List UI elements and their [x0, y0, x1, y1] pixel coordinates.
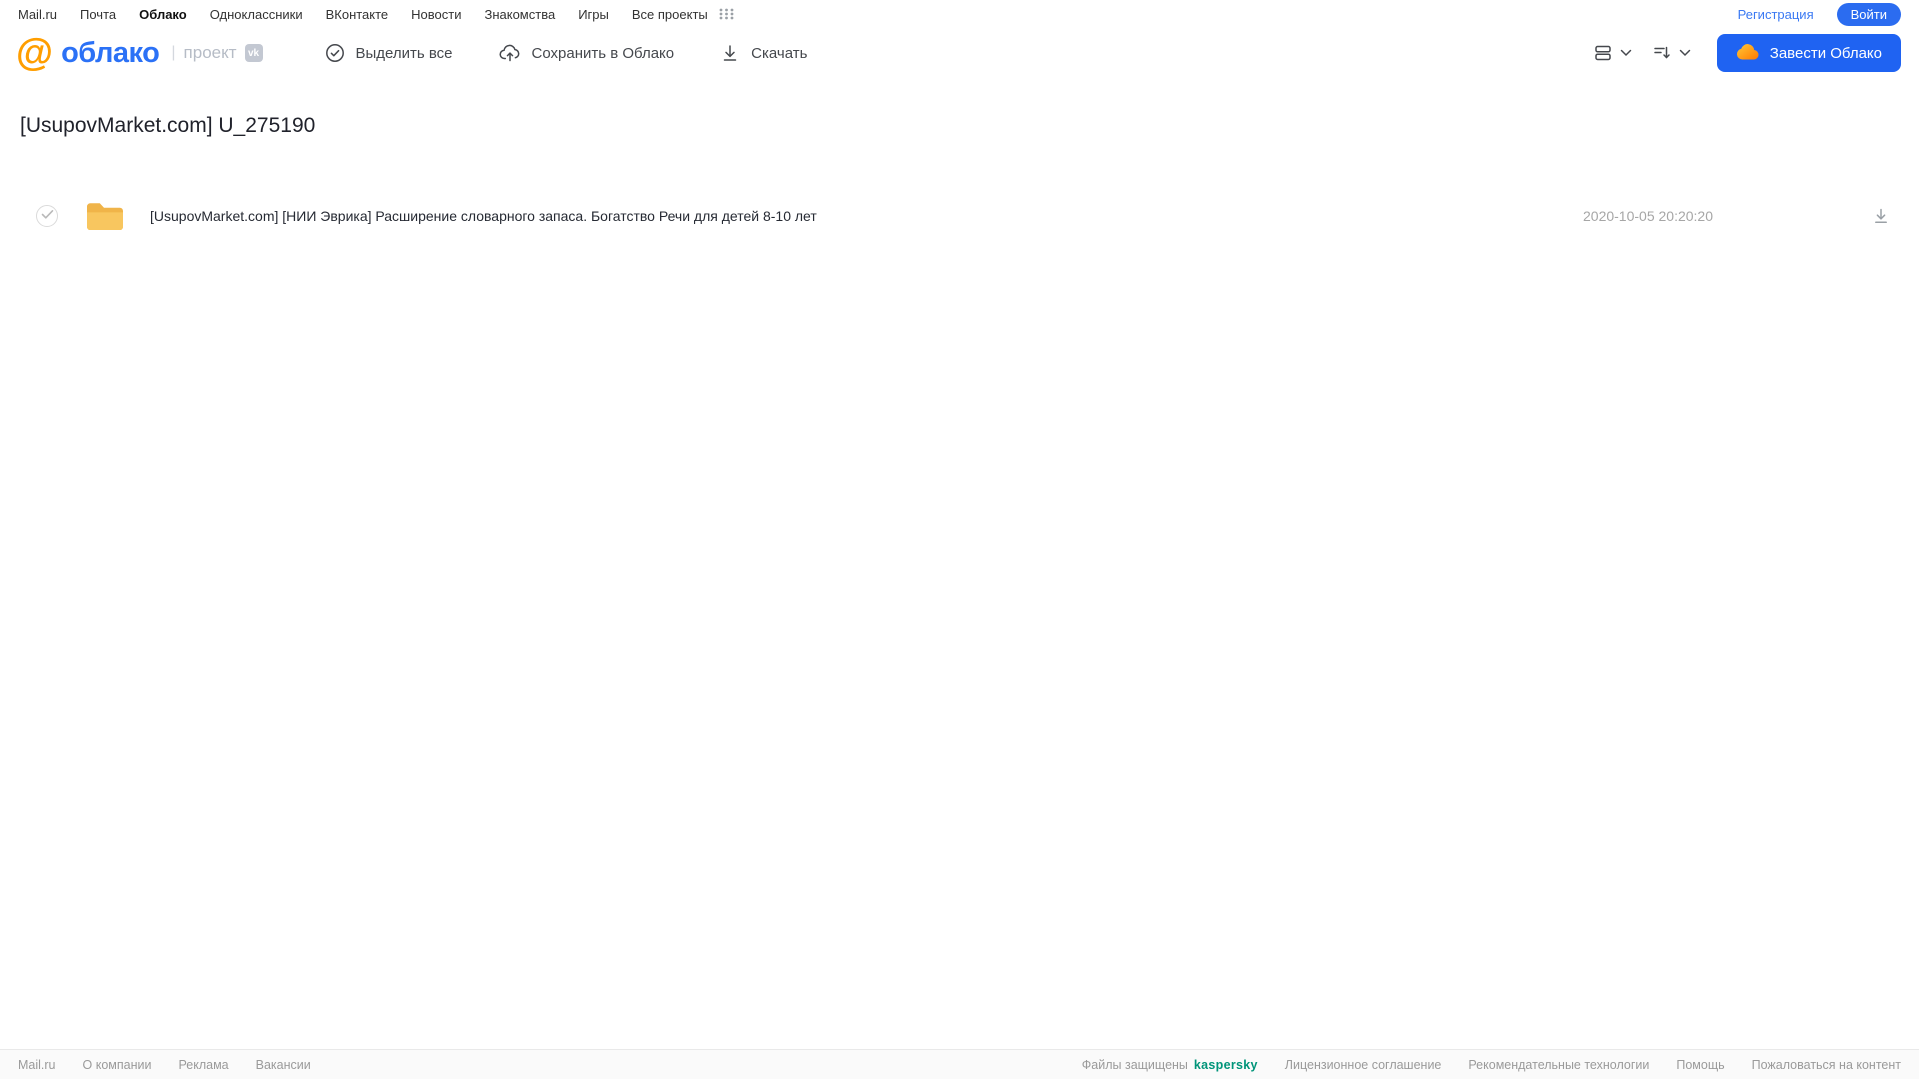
- create-cloud-button[interactable]: Завести Облако: [1716, 34, 1901, 72]
- footer-link-ads[interactable]: Реклама: [178, 1058, 228, 1072]
- registration-link[interactable]: Регистрация: [1738, 7, 1814, 22]
- vk-icon: vk: [244, 44, 263, 62]
- file-actions-toolbar: Выделить все Сохранить в Облако Скачать: [325, 43, 807, 63]
- login-button[interactable]: Войти: [1836, 2, 1901, 26]
- file-name-link[interactable]: [UsupovMarket.com] [НИИ Эврика] Расширен…: [150, 208, 817, 224]
- portal-link-oblako-active[interactable]: Облако: [139, 7, 187, 22]
- file-date: 2020-10-05 20:20:20: [1583, 208, 1713, 224]
- footer-link-license[interactable]: Лицензионное соглашение: [1285, 1058, 1442, 1072]
- file-download-icon[interactable]: [1871, 206, 1891, 226]
- sort-icon: [1652, 43, 1672, 63]
- portal-link-mailru[interactable]: Mail.ru: [18, 7, 57, 22]
- kaspersky-protected: Файлы защищены kaspersky: [1082, 1058, 1258, 1072]
- select-all-label: Выделить все: [355, 44, 453, 62]
- portal-link-igry[interactable]: Игры: [578, 7, 609, 22]
- portal-link-pochta[interactable]: Почта: [80, 7, 116, 22]
- cloud-upload-icon: [499, 43, 521, 63]
- header-right-controls: Завести Облако: [1593, 34, 1901, 72]
- apps-grid-icon[interactable]: [719, 8, 734, 20]
- footer-link-help[interactable]: Помощь: [1676, 1058, 1724, 1072]
- save-to-cloud-label: Сохранить в Облако: [531, 44, 675, 62]
- project-label: проект: [183, 43, 237, 62]
- logo-divider: |: [171, 44, 176, 61]
- footer-link-about[interactable]: О компании: [83, 1058, 152, 1072]
- footer-link-jobs[interactable]: Вакансии: [256, 1058, 311, 1072]
- file-checkbox[interactable]: [36, 205, 58, 227]
- main-content: [UsupovMarket.com] U_275190 [UsupovMarke…: [0, 114, 1919, 240]
- check-icon: [41, 207, 54, 225]
- portal-link-znakomstva[interactable]: Знакомства: [484, 7, 555, 22]
- chevron-down-icon: [1679, 49, 1691, 57]
- download-label: Скачать: [751, 44, 808, 62]
- page-title: [UsupovMarket.com] U_275190: [20, 114, 316, 137]
- cloud-icon: [1736, 43, 1759, 64]
- sort-dropdown[interactable]: [1652, 43, 1691, 63]
- project-badge-wrap: | проект vk: [171, 43, 263, 63]
- view-mode-icon: [1593, 43, 1613, 63]
- portal-link-vkontakte[interactable]: ВКонтакте: [326, 7, 389, 22]
- page-footer: Mail.ru О компании Реклама Вакансии Файл…: [0, 1049, 1919, 1079]
- footer-link-recommendations[interactable]: Рекомендательные технологии: [1468, 1058, 1649, 1072]
- cloud-logo-text: облако: [61, 36, 160, 69]
- chevron-down-icon: [1620, 49, 1632, 57]
- portal-link-novosti[interactable]: Новости: [411, 7, 461, 22]
- kaspersky-logo[interactable]: kaspersky: [1194, 1058, 1258, 1072]
- cloud-logo[interactable]: @ облако: [16, 32, 160, 74]
- download-icon: [720, 43, 740, 63]
- portal-link-odnoklassniki[interactable]: Одноклассники: [210, 7, 303, 22]
- create-cloud-label: Завести Облако: [1769, 44, 1882, 62]
- download-button[interactable]: Скачать: [720, 43, 807, 63]
- file-row[interactable]: [UsupovMarket.com] [НИИ Эврика] Расширен…: [0, 192, 1919, 240]
- view-mode-dropdown[interactable]: [1593, 43, 1632, 63]
- mailru-at-icon: @: [16, 32, 54, 74]
- protected-text: Файлы защищены: [1081, 1057, 1188, 1072]
- footer-link-report[interactable]: Пожаловаться на контент: [1752, 1058, 1901, 1072]
- portal-link-all-projects[interactable]: Все проекты: [632, 7, 708, 22]
- portal-top-bar: Mail.ru Почта Облако Одноклассники ВКонт…: [0, 0, 1919, 28]
- footer-link-mailru[interactable]: Mail.ru: [18, 1058, 56, 1072]
- save-to-cloud-button[interactable]: Сохранить в Облако: [499, 43, 675, 63]
- folder-icon[interactable]: [84, 199, 126, 234]
- cloud-header: @ облако | проект vk Выделить все Сохран…: [0, 28, 1919, 78]
- check-circle-icon: [325, 43, 345, 63]
- select-all-button[interactable]: Выделить все: [325, 43, 453, 63]
